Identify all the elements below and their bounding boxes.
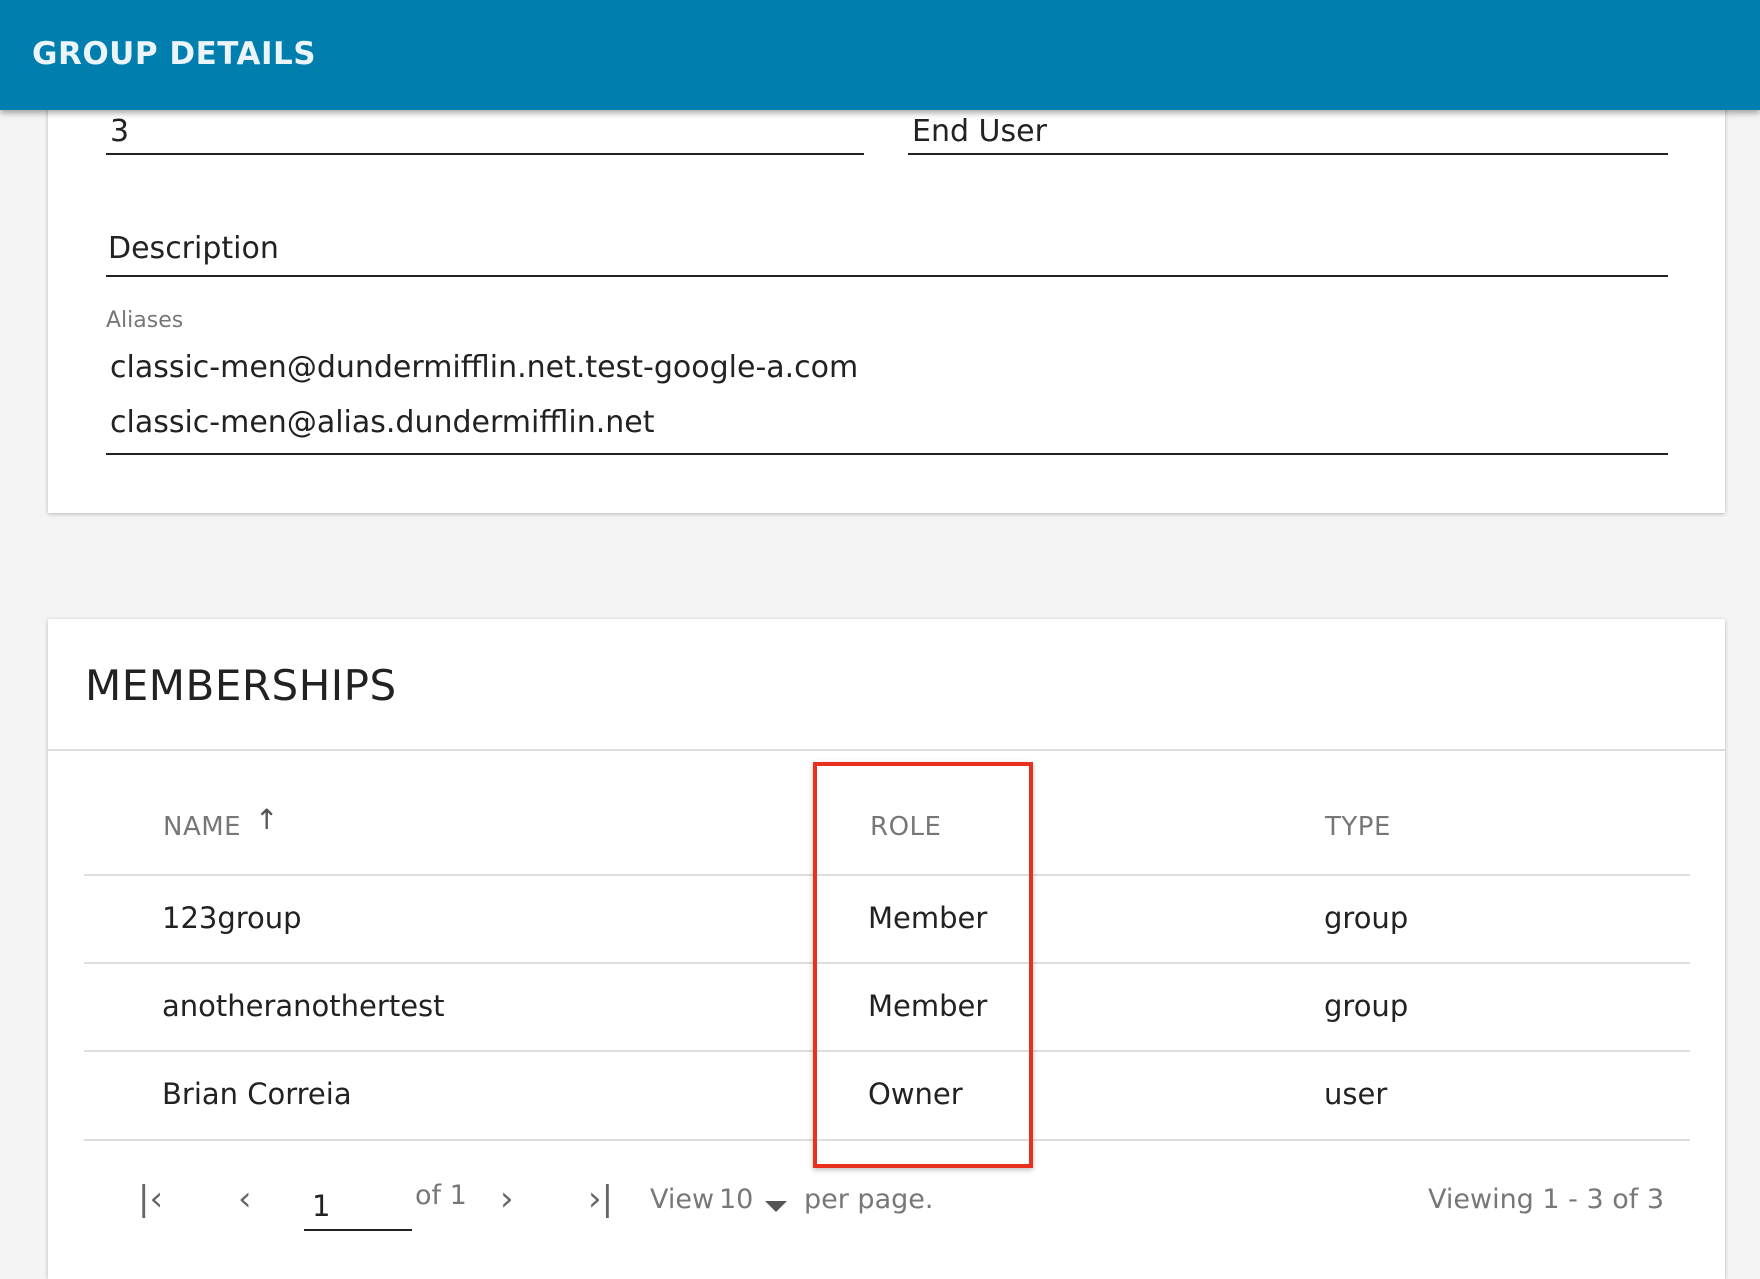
chevron-down-icon[interactable] [765,1201,787,1212]
viewing-summary: Viewing 1 - 3 of 3 [1428,1184,1665,1215]
aliases-underline [106,453,1668,455]
memberships-title: MEMBERSHIPS [85,661,397,710]
cell-name: 123group [162,901,302,935]
app-header: GROUP DETAILS [0,0,1760,110]
role-column-highlight [813,762,1033,1168]
per-page-select[interactable]: 10 [719,1184,753,1215]
group-id-value: 3 [110,114,130,149]
page-number-input[interactable] [304,1183,412,1231]
arrow-up-icon[interactable]: ↑ [255,803,278,836]
memberships-card: MEMBERSHIPS NAME ↑ ROLE TYPE 123group Me… [48,619,1725,1279]
chevron-left-icon[interactable]: ‹ [238,1179,252,1219]
description-field[interactable]: Description [106,215,1668,277]
page-title: GROUP DETAILS [32,36,317,72]
group-details-card: 3 End User Description Aliases classic-m… [48,60,1725,513]
column-header-type[interactable]: TYPE [1325,812,1391,842]
description-label: Description [108,231,279,266]
alias-item: classic-men@dundermifflin.net.test-googl… [110,350,859,385]
view-label: View [650,1184,715,1215]
chevron-right-icon[interactable]: › [500,1179,514,1219]
cell-name: Brian Correia [162,1077,352,1111]
alias-item: classic-men@alias.dundermifflin.net [110,405,655,440]
divider [48,749,1725,751]
column-header-name[interactable]: NAME [163,812,241,842]
aliases-label: Aliases [106,308,184,333]
cell-type: group [1324,989,1409,1023]
first-page-icon[interactable]: |‹ [138,1179,163,1219]
group-type-value: End User [912,114,1047,149]
page-count-label: of 1 [415,1180,467,1211]
cell-type: group [1324,901,1409,935]
cell-name: anotheranothertest [162,989,445,1023]
cell-type: user [1324,1077,1388,1111]
last-page-icon[interactable]: ›| [588,1179,613,1219]
per-page-label: per page. [804,1184,934,1215]
